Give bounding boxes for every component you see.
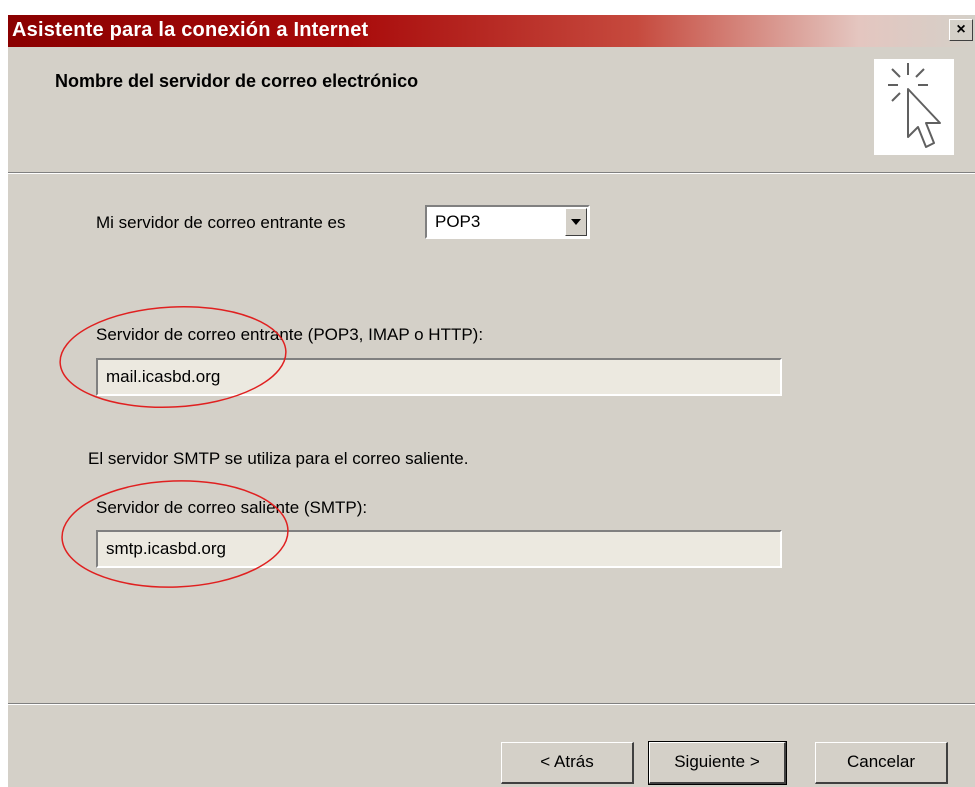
incoming-type-select[interactable]: POP3 [425, 205, 590, 239]
incoming-type-label: Mi servidor de correo entrante es [96, 213, 346, 232]
title-bar[interactable]: Asistente para la conexión a Internet × [8, 15, 975, 47]
outgoing-server-value: smtp.icasbd.org [106, 539, 226, 558]
incoming-server-value: mail.icasbd.org [106, 367, 221, 386]
outgoing-server-field[interactable]: smtp.icasbd.org [96, 530, 782, 568]
footer-separator [8, 703, 975, 705]
back-button[interactable]: < Atrás [501, 742, 634, 784]
incoming-server-field[interactable]: mail.icasbd.org [96, 358, 782, 396]
wizard-window: Asistente para la conexión a Internet × … [8, 15, 975, 787]
window-title: Asistente para la conexión a Internet [12, 19, 369, 41]
incoming-server-label: Servidor de correo entrante (POP3, IMAP … [96, 325, 484, 344]
wizard-cursor-icon [874, 59, 954, 155]
chevron-down-icon [571, 219, 581, 225]
smtp-info-text: El servidor SMTP se utiliza para el corr… [88, 449, 469, 468]
page-title: Nombre del servidor de correo electrónic… [55, 71, 419, 91]
cancel-button[interactable]: Cancelar [815, 742, 948, 784]
outgoing-server-label: Servidor de correo saliente (SMTP): [96, 498, 368, 517]
dropdown-button[interactable] [565, 208, 587, 236]
incoming-type-value: POP3 [435, 212, 481, 231]
wizard-header: Nombre del servidor de correo electrónic… [8, 47, 975, 172]
close-icon: × [956, 21, 966, 38]
close-button[interactable]: × [949, 19, 973, 41]
header-separator [8, 172, 975, 174]
next-button[interactable]: Siguiente > [648, 741, 787, 785]
